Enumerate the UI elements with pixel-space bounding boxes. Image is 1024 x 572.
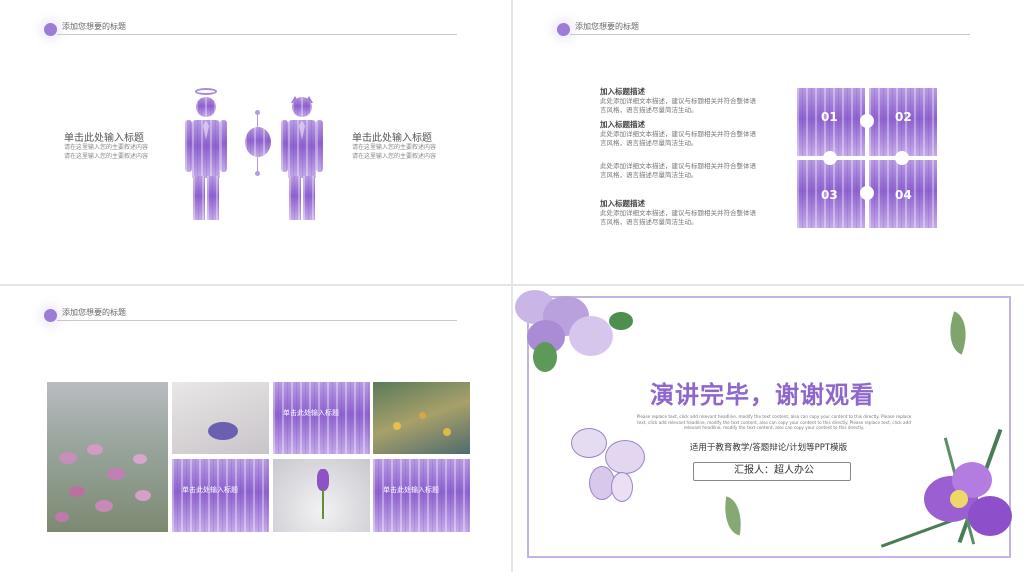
right-desc-line: 请在这里输入您的主要叙述内容 bbox=[352, 144, 437, 151]
text-block: 加入标题描述 此处添加详细文本描述，建议与标题相关并符合整体语言风格，语言描述尽… bbox=[600, 199, 760, 227]
puzzle-number: 04 bbox=[895, 188, 912, 202]
left-title: 单击此处输入标题 bbox=[64, 133, 144, 144]
left-description: 请在这里输入您的主要叙述内容 请在这里输入您的主要叙述内容 bbox=[64, 143, 148, 161]
right-description: 请在这里输入您的主要叙述内容 请在这里输入您的主要叙述内容 bbox=[352, 143, 436, 161]
balance-dot bbox=[255, 171, 260, 176]
devil-figure-icon bbox=[281, 88, 325, 222]
notebook-photo bbox=[172, 382, 269, 454]
slide-2[interactable]: 添加您想要的标题 加入标题描述 此处添加详细文本描述，建议与标题相关并符合整体语… bbox=[513, 0, 1024, 284]
header-divider bbox=[570, 34, 970, 35]
puzzle-piece: 01 bbox=[797, 88, 865, 156]
header-dot-icon bbox=[44, 23, 57, 36]
balance-circle bbox=[245, 127, 271, 157]
right-desc-line: 请在这里输入您的主要叙述内容 bbox=[352, 153, 437, 160]
block-body: 此处添加详细文本描述，建议与标题相关并符合整体语言风格，语言描述尽量简洁生动。 bbox=[600, 97, 756, 114]
puzzle-knob bbox=[823, 151, 837, 165]
right-title: 单击此处输入标题 bbox=[352, 133, 432, 144]
slide-3[interactable]: 添加您想要的标题 单击此处输入标题 单击此处输入标题 单击此处输入标题 bbox=[0, 286, 511, 572]
slide-header-title: 添加您想要的标题 bbox=[575, 22, 639, 31]
slide-grid: 添加您想要的标题 单击此处输入标题 请在这里输入您的主要叙述内容 请在这里输入您… bbox=[0, 0, 1024, 572]
header-divider bbox=[57, 34, 457, 35]
text-block: 加入标题描述 此处添加详细文本描述，建议与标题相关并符合整体语言风格，语言描述尽… bbox=[600, 120, 760, 148]
puzzle-knob bbox=[860, 186, 874, 200]
header-dot-icon bbox=[44, 309, 57, 322]
text-block: 加入标题描述 此处添加详细文本描述，建议与标题相关并符合整体语言风格，语言描述尽… bbox=[600, 87, 760, 115]
slide-header-title: 添加您想要的标题 bbox=[62, 308, 126, 317]
tile-label: 单击此处输入标题 bbox=[383, 486, 439, 494]
left-desc-line: 请在这里输入您的主要叙述内容 bbox=[64, 144, 149, 151]
block-heading: 加入标题描述 bbox=[600, 120, 645, 129]
watercolor-tile[interactable]: 单击此处输入标题 bbox=[273, 382, 370, 454]
balance-dot bbox=[255, 110, 260, 115]
slide-4[interactable]: 演讲完毕，谢谢观看 Please replace text, click add… bbox=[513, 286, 1024, 572]
puzzle-graphic: 01 02 03 04 bbox=[797, 88, 937, 228]
puzzle-number: 01 bbox=[821, 110, 838, 124]
watercolor-tile[interactable]: 单击此处输入标题 bbox=[172, 459, 269, 532]
block-heading: 加入标题描述 bbox=[600, 199, 645, 208]
block-body: 此处添加详细文本描述，建议与标题相关并符合整体语言风格，语言描述尽量简洁生动。 bbox=[600, 209, 756, 226]
tile-label: 单击此处输入标题 bbox=[182, 486, 238, 494]
puzzle-knob bbox=[895, 151, 909, 165]
purple-flower-icon bbox=[858, 426, 1024, 572]
lilac-flower-icon bbox=[513, 286, 633, 376]
puzzle-knob bbox=[860, 114, 874, 128]
puzzle-number: 03 bbox=[821, 188, 838, 202]
slide-1[interactable]: 添加您想要的标题 单击此处输入标题 请在这里输入您的主要叙述内容 请在这里输入您… bbox=[0, 0, 511, 284]
crocus-photo bbox=[273, 459, 370, 532]
text-block: 此处添加详细文本描述，建议与标题相关并符合整体语言风格，语言描述尽量简洁生动。 bbox=[600, 162, 760, 180]
tile-label: 单击此处输入标题 bbox=[283, 409, 339, 417]
block-body: 此处添加详细文本描述，建议与标题相关并符合整体语言风格，语言描述尽量简洁生动。 bbox=[600, 162, 756, 179]
wildflower-photo bbox=[373, 382, 470, 454]
left-desc-line: 请在这里输入您的主要叙述内容 bbox=[64, 153, 149, 160]
closing-title: 演讲完毕，谢谢观看 bbox=[650, 381, 875, 409]
reporter-text: 汇报人：超人办公 bbox=[734, 465, 814, 476]
watercolor-tile[interactable]: 单击此处输入标题 bbox=[373, 459, 470, 532]
header-dot-icon bbox=[557, 23, 570, 36]
puzzle-piece: 04 bbox=[869, 160, 937, 228]
angel-figure-icon bbox=[185, 88, 229, 222]
header-divider bbox=[57, 320, 457, 321]
block-body: 此处添加详细文本描述，建议与标题相关并符合整体语言风格，语言描述尽量简洁生动。 bbox=[600, 130, 756, 147]
block-heading: 加入标题描述 bbox=[600, 87, 645, 96]
puzzle-piece: 02 bbox=[869, 88, 937, 156]
puzzle-number: 02 bbox=[895, 110, 912, 124]
flower-photo bbox=[47, 382, 168, 532]
slide-header-title: 添加您想要的标题 bbox=[62, 22, 126, 31]
puzzle-piece: 03 bbox=[797, 160, 865, 228]
butterfly-icon bbox=[567, 426, 649, 508]
